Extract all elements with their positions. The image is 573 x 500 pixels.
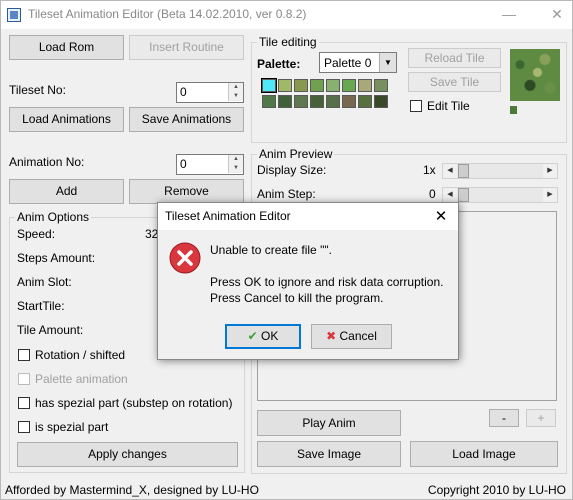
- save-animations-button[interactable]: Save Animations: [129, 107, 244, 132]
- palette-swatch[interactable]: [358, 79, 372, 92]
- tileset-no-spinner[interactable]: 0 ▲ ▼: [176, 82, 244, 103]
- cancel-button[interactable]: ✖ Cancel: [311, 324, 392, 349]
- app-icon: [7, 8, 21, 22]
- save-tile-button[interactable]: Save Tile: [408, 72, 501, 92]
- ok-label: OK: [261, 329, 279, 343]
- dialog-message-line2: Press OK to ignore and risk data corrupt…: [210, 275, 444, 289]
- rotation-checkbox[interactable]: [18, 349, 30, 361]
- tileset-no-value: 0: [180, 85, 187, 99]
- display-size-value: 1x: [423, 163, 436, 177]
- chevron-down-icon[interactable]: ▼: [379, 53, 396, 72]
- arrow-right-icon[interactable]: ▶: [543, 164, 557, 178]
- save-image-button[interactable]: Save Image: [257, 441, 401, 467]
- dialog-message-line1: Unable to create file "".: [210, 243, 332, 257]
- zoom-plus-button[interactable]: +: [526, 409, 556, 427]
- arrow-right-icon[interactable]: ▶: [543, 188, 557, 202]
- palette-swatch[interactable]: [261, 78, 277, 93]
- load-image-button[interactable]: Load Image: [410, 441, 558, 467]
- reload-tile-button[interactable]: Reload Tile: [408, 48, 501, 68]
- palette-swatch[interactable]: [310, 95, 324, 108]
- anim-slot-label: Anim Slot:: [17, 275, 72, 289]
- tile-editing-title: Tile editing: [257, 35, 319, 49]
- tile-preview-image: [510, 49, 560, 101]
- dialog-message-line3: Press Cancel to kill the program.: [210, 291, 384, 305]
- tile-small-preview: [510, 106, 517, 114]
- palette-label: Palette:: [257, 57, 301, 71]
- anim-step-slider[interactable]: ◀ ▶: [442, 187, 558, 203]
- anim-step-value: 0: [429, 187, 436, 201]
- palette-swatch[interactable]: [358, 95, 372, 108]
- window-title: Tileset Animation Editor (Beta 14.02.201…: [28, 7, 307, 21]
- is-spezial-checkbox[interactable]: [18, 421, 30, 433]
- palette-swatch[interactable]: [278, 79, 292, 92]
- animation-no-value: 0: [180, 157, 187, 171]
- add-button[interactable]: Add: [9, 179, 124, 204]
- animation-no-spinner[interactable]: 0 ▲ ▼: [176, 154, 244, 175]
- palette-swatch[interactable]: [294, 95, 308, 108]
- start-tile-label: StartTile:: [17, 299, 65, 313]
- palette-swatch[interactable]: [278, 95, 292, 108]
- status-bar: Afforded by Mastermind_X, designed by LU…: [1, 480, 572, 500]
- status-credits: Afforded by Mastermind_X, designed by LU…: [5, 483, 259, 497]
- dialog-title-bar: Tileset Animation Editor ✕: [158, 203, 458, 230]
- tileset-no-label: Tileset No:: [9, 83, 66, 97]
- remove-button[interactable]: Remove: [129, 179, 244, 204]
- error-icon: [169, 242, 201, 274]
- arrow-left-icon[interactable]: ◀: [443, 188, 457, 202]
- cancel-label: Cancel: [339, 329, 377, 343]
- palette-selected-value: Palette 0: [324, 56, 372, 70]
- palette-swatch[interactable]: [374, 95, 388, 108]
- spin-up-icon[interactable]: ▲: [228, 83, 243, 92]
- rotation-label: Rotation / shifted: [35, 348, 126, 362]
- ok-button[interactable]: ✔ OK: [225, 324, 301, 349]
- slider-thumb[interactable]: [458, 188, 469, 202]
- error-dialog: Tileset Animation Editor ✕ Unable to cre…: [157, 202, 459, 360]
- spin-down-icon[interactable]: ▼: [228, 164, 243, 173]
- dialog-title: Tileset Animation Editor: [165, 209, 291, 223]
- insert-routine-button[interactable]: Insert Routine: [129, 35, 244, 60]
- close-button[interactable]: ✕: [537, 1, 573, 28]
- palette-animation-label: Palette animation: [35, 372, 128, 386]
- anim-options-title: Anim Options: [15, 210, 92, 224]
- anim-step-label: Anim Step:: [257, 187, 316, 201]
- zoom-minus-button[interactable]: -: [489, 409, 519, 427]
- apply-changes-button[interactable]: Apply changes: [17, 442, 238, 467]
- tile-amount-label: Tile Amount:: [17, 323, 84, 337]
- title-bar: Tileset Animation Editor (Beta 14.02.201…: [1, 1, 572, 29]
- dialog-close-icon[interactable]: ✕: [424, 203, 458, 230]
- palette-swatch[interactable]: [310, 79, 324, 92]
- palette-select[interactable]: Palette 0 ▼: [319, 52, 397, 73]
- has-spezial-label: has spezial part (substep on rotation): [35, 396, 233, 410]
- palette-swatch[interactable]: [342, 79, 356, 92]
- is-spezial-label: is spezial part: [35, 420, 109, 434]
- load-animations-button[interactable]: Load Animations: [9, 107, 124, 132]
- has-spezial-checkbox[interactable]: [18, 397, 30, 409]
- palette-swatch[interactable]: [342, 95, 356, 108]
- status-copyright: Copyright 2010 by LU-HO: [427, 483, 566, 497]
- palette-animation-checkbox[interactable]: [18, 373, 30, 385]
- load-rom-button[interactable]: Load Rom: [9, 35, 124, 60]
- palette-swatch[interactable]: [326, 79, 340, 92]
- spin-up-icon[interactable]: ▲: [228, 155, 243, 164]
- check-icon: ✔: [247, 329, 258, 343]
- slider-thumb[interactable]: [458, 164, 469, 178]
- display-size-slider[interactable]: ◀ ▶: [442, 163, 558, 179]
- arrow-left-icon[interactable]: ◀: [443, 164, 457, 178]
- cross-icon: ✖: [326, 329, 337, 343]
- dialog-body: Unable to create file "". Press OK to ig…: [158, 230, 458, 359]
- display-size-label: Display Size:: [257, 163, 327, 177]
- edit-tile-checkbox[interactable]: [410, 100, 422, 112]
- spin-down-icon[interactable]: ▼: [228, 92, 243, 101]
- palette-swatch[interactable]: [262, 95, 276, 108]
- speed-label: Speed:: [17, 227, 56, 241]
- anim-preview-title: Anim Preview: [257, 147, 335, 161]
- play-anim-button[interactable]: Play Anim: [257, 410, 401, 436]
- animation-no-label: Animation No:: [9, 155, 85, 169]
- palette-swatch[interactable]: [326, 95, 340, 108]
- minimize-button[interactable]: —: [489, 1, 529, 28]
- palette-swatch[interactable]: [294, 79, 308, 92]
- steps-amount-label: Steps Amount:: [17, 251, 96, 265]
- edit-tile-label: Edit Tile: [427, 99, 470, 113]
- palette-swatch[interactable]: [374, 79, 388, 92]
